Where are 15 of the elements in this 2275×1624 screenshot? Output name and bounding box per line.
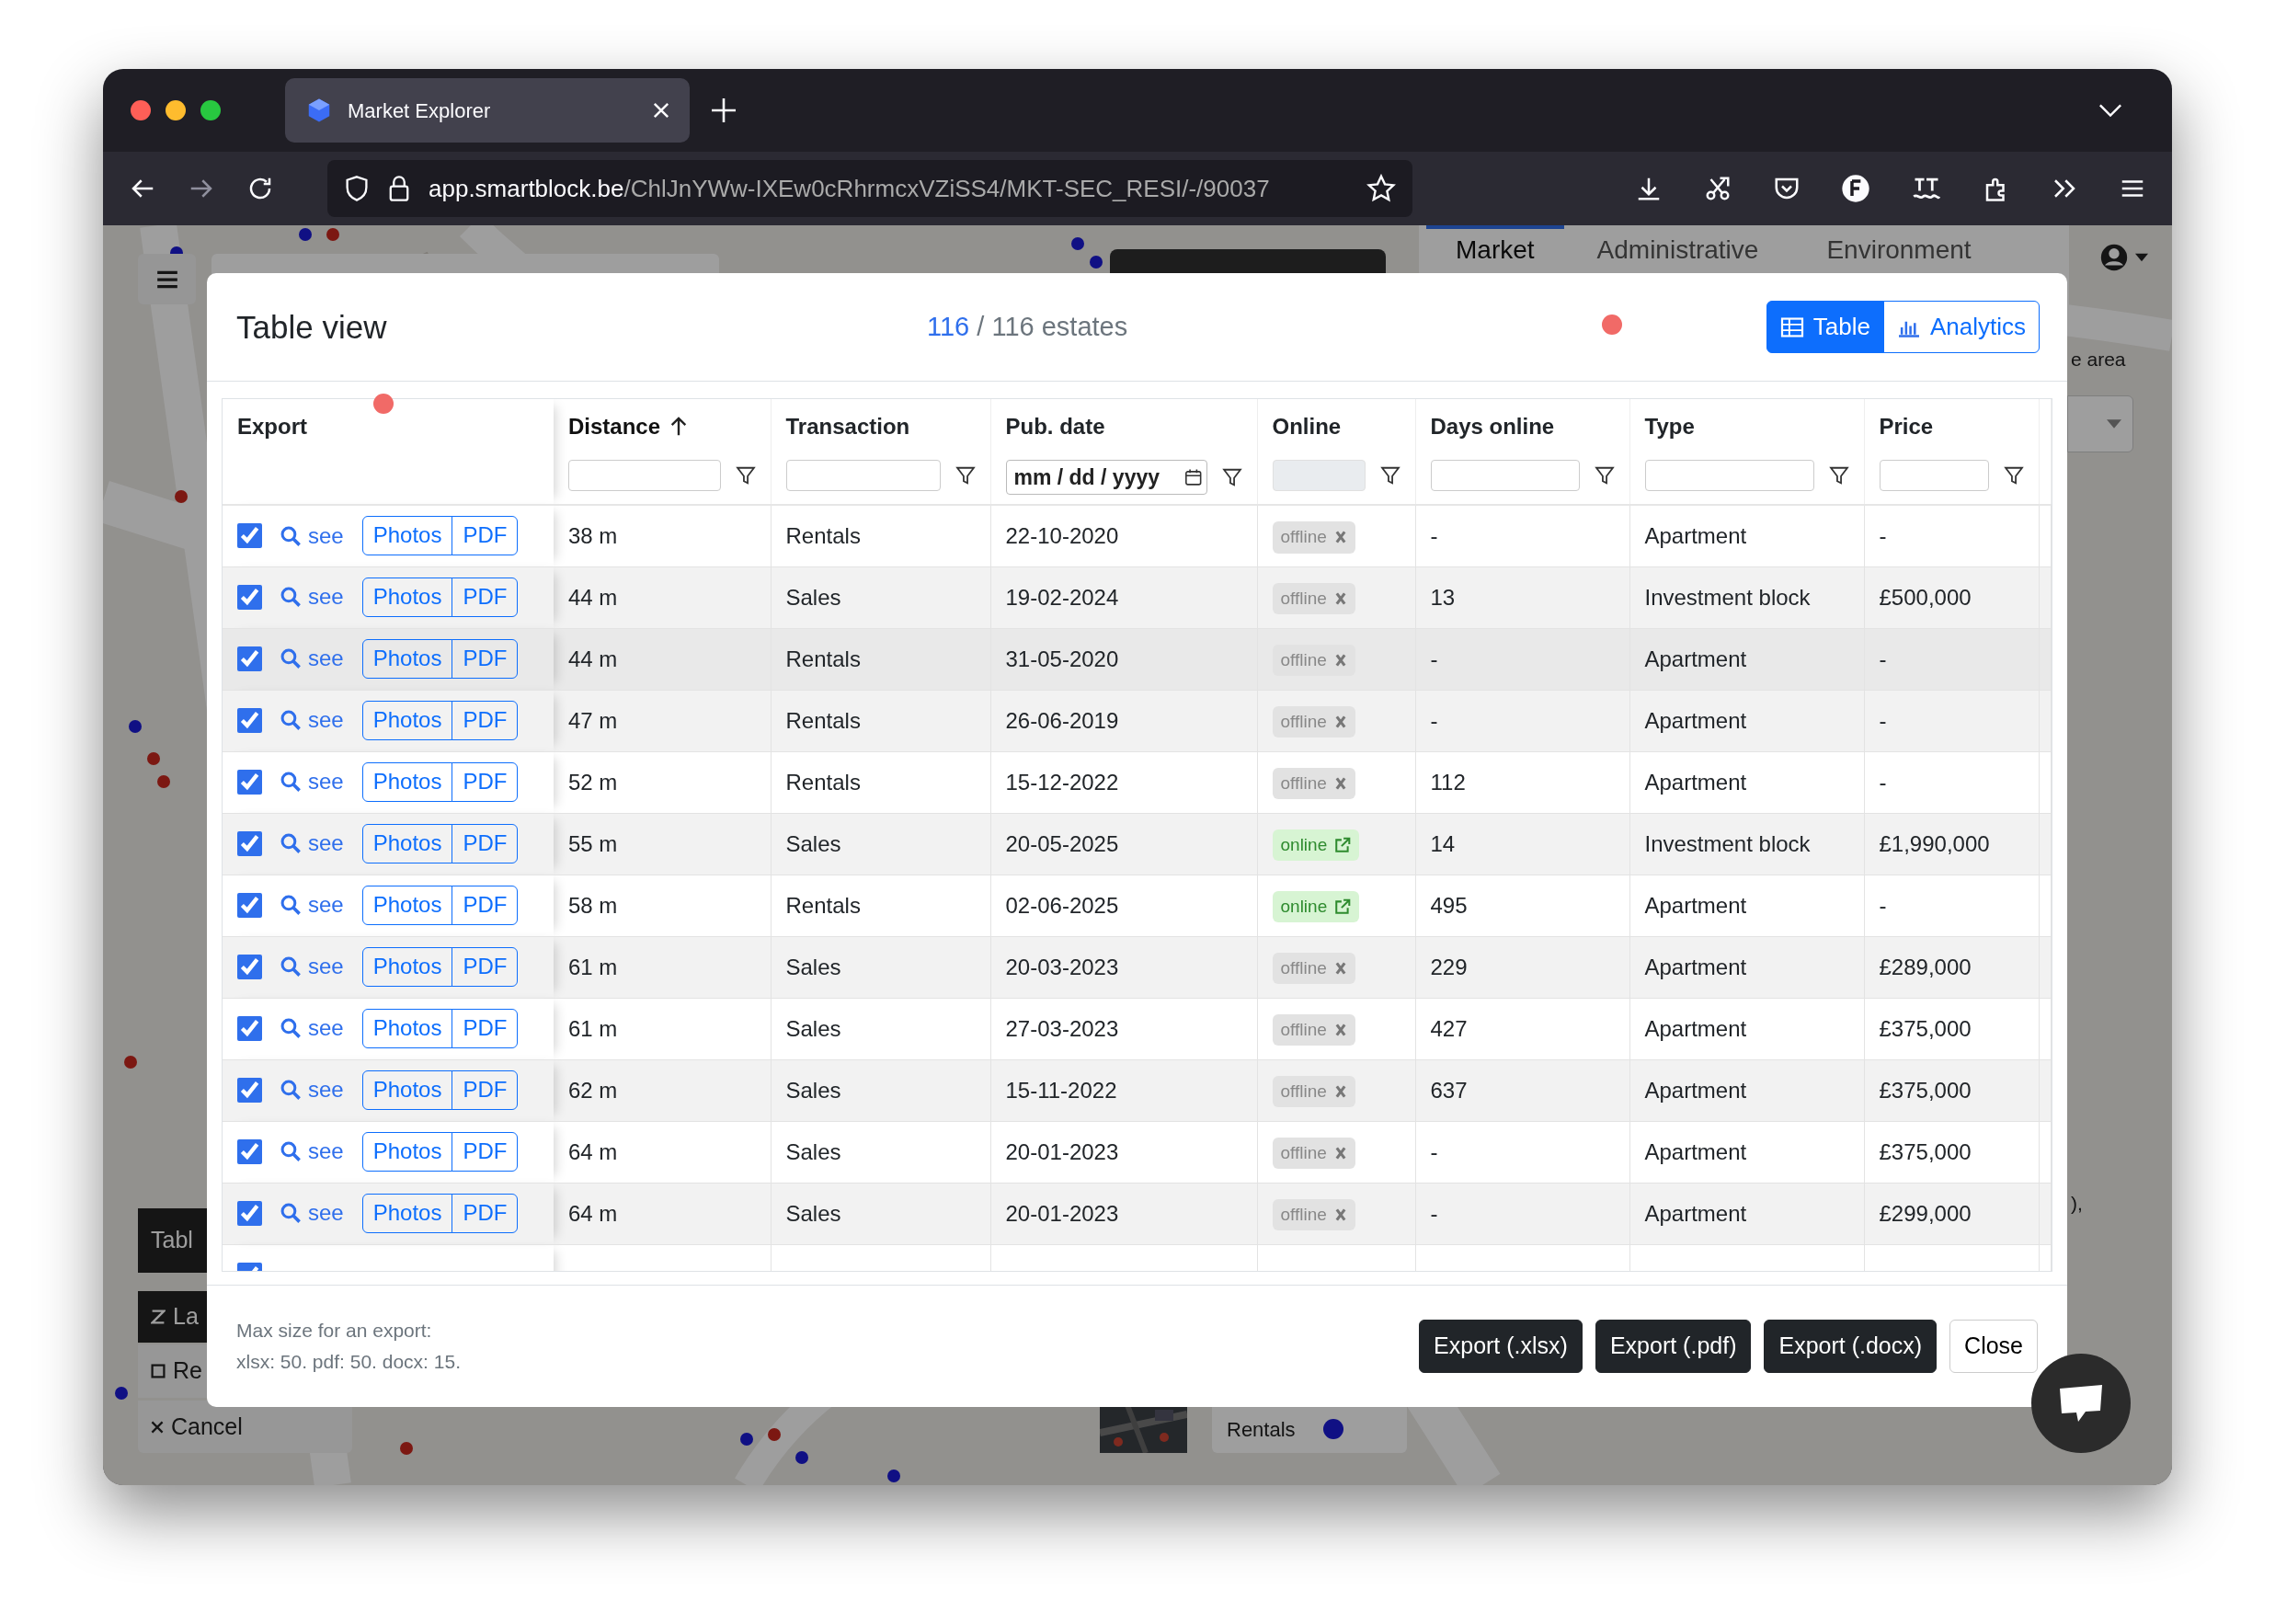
shield-icon[interactable]: [344, 175, 370, 202]
lock-icon[interactable]: [388, 175, 410, 202]
new-tab-icon[interactable]: [712, 98, 736, 122]
maximize-window-icon[interactable]: [200, 100, 221, 120]
profile-icon[interactable]: [1841, 174, 1870, 203]
scissors-icon[interactable]: [1703, 175, 1732, 202]
minimize-window-icon[interactable]: [166, 100, 186, 120]
close-window-icon[interactable]: [131, 100, 151, 120]
star-icon[interactable]: [1366, 174, 1396, 203]
tab-title: Market Explorer: [348, 97, 492, 124]
close-icon[interactable]: [653, 102, 669, 119]
url-text: app.smartblock.be/ChlJnYWw-IXEw0cRhrmcxVZiSS4/MKT-SEC_RESI/-/90037: [429, 173, 1271, 204]
address-bar[interactable]: app.smartblock.be/ChlJnYWw-IXEw0cRhrmcxVZiSS4/MKT-SEC_RESI/-/90037: [327, 160, 1412, 217]
chevron-down-icon[interactable]: [2098, 103, 2122, 118]
browser-tab[interactable]: Market Explorer: [285, 78, 690, 143]
